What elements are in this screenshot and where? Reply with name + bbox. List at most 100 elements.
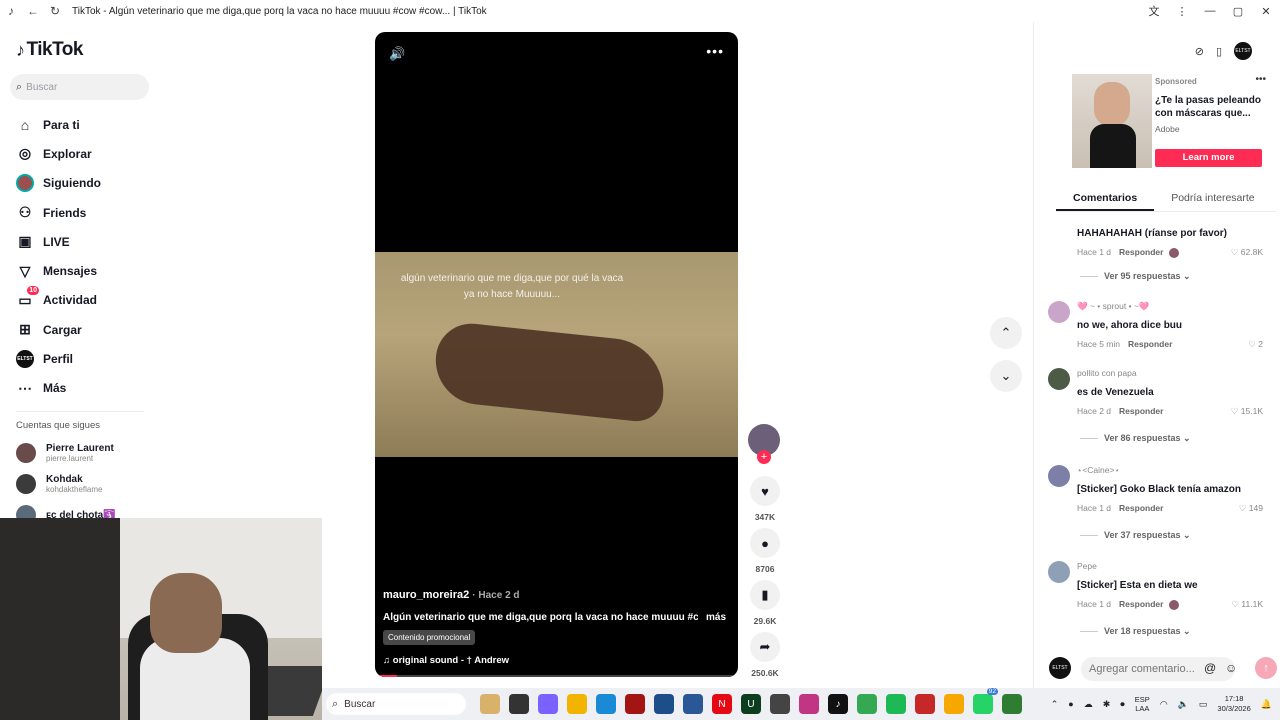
video-author[interactable]: mauro_moreira2 · Hace 2 d: [383, 589, 520, 601]
store-icon[interactable]: [683, 694, 703, 714]
ad-title[interactable]: ¿Te la pasas peleando con máscaras que..…: [1155, 94, 1265, 120]
emoji-icon[interactable]: ☺: [1225, 661, 1237, 675]
instagram-icon[interactable]: [799, 694, 819, 714]
taskbar-search[interactable]: ⌕ Buscar: [326, 693, 466, 715]
sound-link[interactable]: ♫ original sound - † Andrew: [383, 655, 509, 666]
more-options-icon[interactable]: •••: [706, 43, 724, 59]
bluetooth-icon[interactable]: ✱: [1103, 699, 1111, 710]
search-input[interactable]: ⌕ Buscar: [10, 74, 149, 100]
language-indicator[interactable]: ESP LAA: [1135, 695, 1150, 713]
nav-para-ti[interactable]: ⌂ Para ti: [16, 110, 101, 139]
like-action[interactable]: ♥ 347K: [749, 476, 781, 522]
netflix-icon[interactable]: N: [712, 694, 732, 714]
translate-icon[interactable]: 文: [1140, 0, 1168, 22]
tiktok-app-icon[interactable]: ♪: [828, 694, 848, 714]
app-icon[interactable]: [915, 694, 935, 714]
device-icon[interactable]: ▯: [1216, 45, 1222, 58]
nav-siguiendo[interactable]: Siguiendo: [16, 169, 101, 198]
whatsapp-icon[interactable]: 92: [973, 688, 998, 714]
cloud-icon[interactable]: ☁: [1084, 699, 1093, 710]
avatar[interactable]: [1048, 561, 1070, 583]
nav-mensajes[interactable]: ▽ Mensajes: [16, 256, 101, 285]
avatar[interactable]: [1048, 465, 1070, 487]
follow-plus-icon[interactable]: +: [757, 450, 771, 464]
avatar[interactable]: [1048, 301, 1070, 323]
send-button[interactable]: ↑: [1255, 657, 1277, 679]
more-link[interactable]: más: [706, 612, 726, 623]
app-icon[interactable]: [1002, 694, 1022, 714]
mic-icon[interactable]: ⏺: [1120, 699, 1125, 710]
share-action[interactable]: ➦ 250.6K: [749, 632, 781, 678]
nav-explorar[interactable]: ◎ Explorar: [16, 139, 101, 168]
profile-avatar[interactable]: ELTST: [1234, 42, 1252, 60]
followed-account[interactable]: Kohdak kohdaktheflame: [16, 474, 102, 494]
nav-cargar[interactable]: ⊞ Cargar: [16, 315, 101, 344]
sponsored-ad[interactable]: Sponsored ••• ¿Te la pasas peleando con …: [1054, 74, 1266, 168]
spotify-icon[interactable]: [886, 694, 906, 714]
ad-more-icon[interactable]: •••: [1255, 74, 1266, 85]
reload-icon[interactable]: ↻: [44, 0, 66, 22]
next-video-button[interactable]: ⌄: [990, 360, 1022, 392]
security-icon[interactable]: [654, 694, 674, 714]
view-replies[interactable]: Ver 37 respuestas ⌄: [1080, 530, 1191, 541]
compass-icon[interactable]: ⊘: [1195, 45, 1204, 58]
video-progress[interactable]: [375, 675, 738, 677]
close-icon[interactable]: ✕: [1252, 0, 1280, 22]
creator-avatar[interactable]: +: [748, 424, 780, 464]
comment-user[interactable]: Pepe: [1077, 561, 1097, 571]
comment-user[interactable]: pollito con papa: [1077, 368, 1137, 378]
wifi-icon[interactable]: ◠: [1160, 699, 1168, 710]
heart-icon[interactable]: ♥: [750, 476, 780, 506]
comment-user[interactable]: ⋆<Caine>⋆: [1077, 465, 1120, 476]
notes-icon[interactable]: [770, 694, 790, 714]
followed-account[interactable]: Pierre Laurent pierre.laurent: [16, 443, 114, 463]
author-name[interactable]: mauro_moreira2: [383, 589, 469, 601]
app-icon[interactable]: [944, 694, 964, 714]
minimize-icon[interactable]: —: [1196, 0, 1224, 22]
ad-image[interactable]: [1072, 74, 1152, 168]
comment-action[interactable]: ● 8706: [749, 528, 781, 574]
reply-button[interactable]: Responder: [1128, 339, 1172, 349]
comment-like[interactable]: ♡ 15.1K: [1231, 406, 1263, 417]
comment-user[interactable]: 🩷 ~ • sprout • ~🩷: [1077, 301, 1149, 312]
reply-button[interactable]: Responder: [1119, 247, 1163, 257]
nav-perfil[interactable]: ELTST Perfil: [16, 344, 101, 373]
bookmark-icon[interactable]: ▮: [750, 580, 780, 610]
comment-like[interactable]: ♡ 62.8K: [1231, 247, 1263, 258]
volume-icon[interactable]: 🔊: [389, 46, 405, 62]
widgets-icon[interactable]: [480, 694, 500, 714]
learn-more-button[interactable]: Learn more: [1155, 149, 1262, 167]
nav-actividad[interactable]: ▭ 10 Actividad: [16, 286, 101, 315]
avatar[interactable]: [1048, 368, 1070, 390]
menu-icon[interactable]: ⋮: [1168, 0, 1196, 22]
copilot-icon[interactable]: [538, 694, 558, 714]
reply-button[interactable]: Responder: [1119, 406, 1163, 416]
mention-icon[interactable]: @: [1204, 661, 1216, 675]
reply-button[interactable]: Responder: [1119, 599, 1163, 609]
view-replies[interactable]: Ver 95 respuestas ⌄: [1080, 271, 1191, 282]
edge-icon[interactable]: [596, 694, 616, 714]
comment-like[interactable]: ♡ 2: [1248, 339, 1263, 350]
previous-video-button[interactable]: ⌃: [990, 317, 1022, 349]
comment-like[interactable]: ♡ 11.1K: [1231, 599, 1263, 610]
save-action[interactable]: ▮ 29.6K: [749, 580, 781, 626]
tab-podria-interesarte[interactable]: Podría interesarte: [1154, 189, 1271, 211]
app-icon[interactable]: [625, 694, 645, 714]
volume-icon[interactable]: 🔈: [1178, 699, 1189, 710]
chrome-icon[interactable]: [857, 694, 877, 714]
clock[interactable]: 17:18 30/3/2026: [1217, 694, 1250, 714]
notification-icon[interactable]: 🔔: [1261, 699, 1272, 710]
upwork-icon[interactable]: U: [741, 694, 761, 714]
back-icon[interactable]: ←: [22, 0, 44, 22]
maximize-icon[interactable]: ▢: [1224, 0, 1252, 22]
chevron-up-icon[interactable]: ⌃: [1051, 699, 1059, 710]
tray-icon[interactable]: ●: [1068, 699, 1073, 709]
nav-live[interactable]: ▣ LIVE: [16, 227, 101, 256]
task-view-icon[interactable]: [509, 694, 529, 714]
tiktok-logo[interactable]: ♪ TikTok: [16, 39, 83, 61]
comment-like[interactable]: ♡ 149: [1239, 503, 1263, 514]
reply-button[interactable]: Responder: [1119, 503, 1163, 513]
nav-mas[interactable]: ⋯ Más: [16, 374, 101, 403]
nav-friends[interactable]: ⚇ Friends: [16, 198, 101, 227]
file-explorer-icon[interactable]: [567, 694, 587, 714]
